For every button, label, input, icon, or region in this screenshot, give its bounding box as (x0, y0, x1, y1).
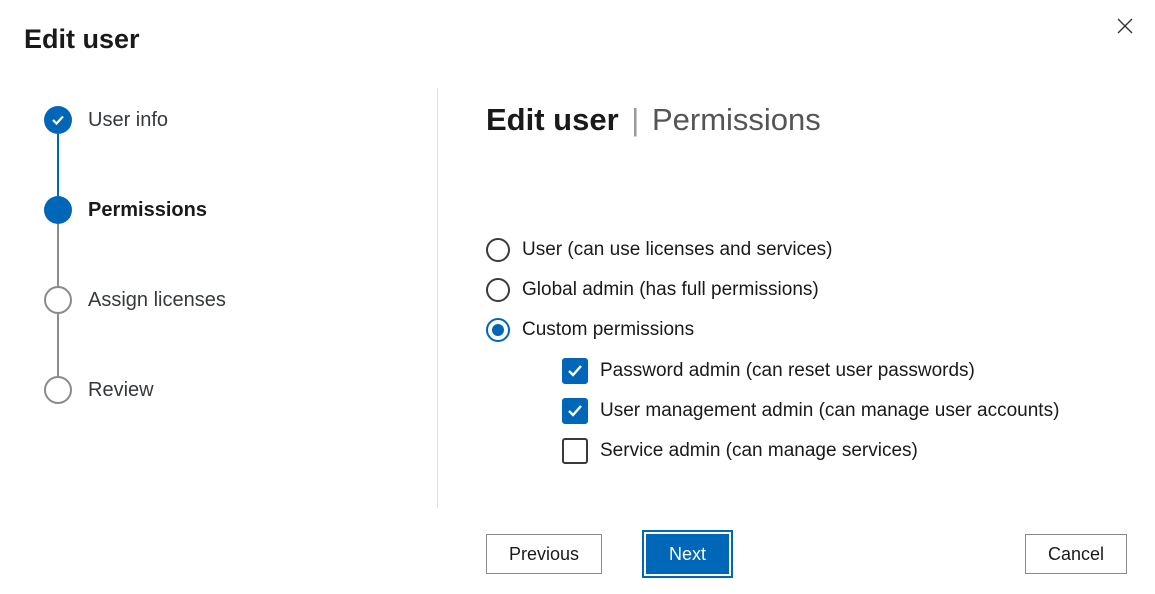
step-assign-licenses[interactable]: Assign licenses (44, 286, 437, 314)
dialog-footer: Previous Next Cancel (486, 534, 1127, 574)
checkbox-password-admin[interactable]: Password admin (can reset user passwords… (562, 358, 1115, 384)
radio-label: User (can use licenses and services) (522, 239, 832, 261)
cancel-button[interactable]: Cancel (1025, 534, 1127, 574)
next-button[interactable]: Next (646, 534, 729, 574)
step-label: Permissions (88, 199, 207, 222)
step-connector (57, 134, 59, 196)
checkbox-label: User management admin (can manage user a… (600, 400, 1059, 422)
check-icon (566, 402, 584, 420)
checkbox-label: Service admin (can manage services) (600, 440, 918, 462)
step-label: Review (88, 379, 154, 402)
step-indicator-done (44, 106, 72, 134)
dialog-title: Edit user (24, 24, 140, 55)
radio-label: Custom permissions (522, 319, 694, 341)
wizard-stepper: User info Permissions Assign licenses Re… (0, 88, 438, 508)
step-user-info[interactable]: User info (44, 106, 437, 134)
page-title-section: Permissions (652, 102, 821, 137)
step-indicator-pending (44, 286, 72, 314)
permissions-options: User (can use licenses and services) Glo… (486, 238, 1115, 464)
custom-permissions-checkboxes: Password admin (can reset user passwords… (562, 358, 1115, 464)
radio-custom-permissions[interactable]: Custom permissions (486, 318, 1115, 342)
page-title-separator: | (631, 102, 639, 137)
close-button[interactable] (1109, 10, 1141, 42)
close-icon (1117, 18, 1133, 34)
radio-user[interactable]: User (can use licenses and services) (486, 238, 1115, 262)
radio-icon-selected (486, 318, 510, 342)
radio-icon (486, 278, 510, 302)
check-icon (50, 112, 66, 128)
radio-icon (486, 238, 510, 262)
radio-dot (492, 324, 504, 336)
step-label: User info (88, 109, 168, 132)
checkbox-service-admin[interactable]: Service admin (can manage services) (562, 438, 1115, 464)
dialog-content: User info Permissions Assign licenses Re… (0, 88, 1155, 594)
page-title: Edit user | Permissions (486, 102, 1115, 138)
step-permissions[interactable]: Permissions (44, 196, 437, 224)
radio-label: Global admin (has full permissions) (522, 279, 819, 301)
step-connector (57, 314, 59, 376)
check-icon (566, 362, 584, 380)
main-panel: Edit user | Permissions User (can use li… (438, 88, 1155, 594)
step-connector (57, 224, 59, 286)
checkbox-icon-checked (562, 398, 588, 424)
previous-button[interactable]: Previous (486, 534, 602, 574)
step-review[interactable]: Review (44, 376, 437, 404)
checkbox-icon (562, 438, 588, 464)
step-indicator-pending (44, 376, 72, 404)
step-label: Assign licenses (88, 289, 226, 312)
checkbox-label: Password admin (can reset user passwords… (600, 360, 975, 382)
step-indicator-current (44, 196, 72, 224)
page-title-bold: Edit user (486, 102, 619, 137)
radio-global-admin[interactable]: Global admin (has full permissions) (486, 278, 1115, 302)
checkbox-icon-checked (562, 358, 588, 384)
checkbox-user-management-admin[interactable]: User management admin (can manage user a… (562, 398, 1115, 424)
